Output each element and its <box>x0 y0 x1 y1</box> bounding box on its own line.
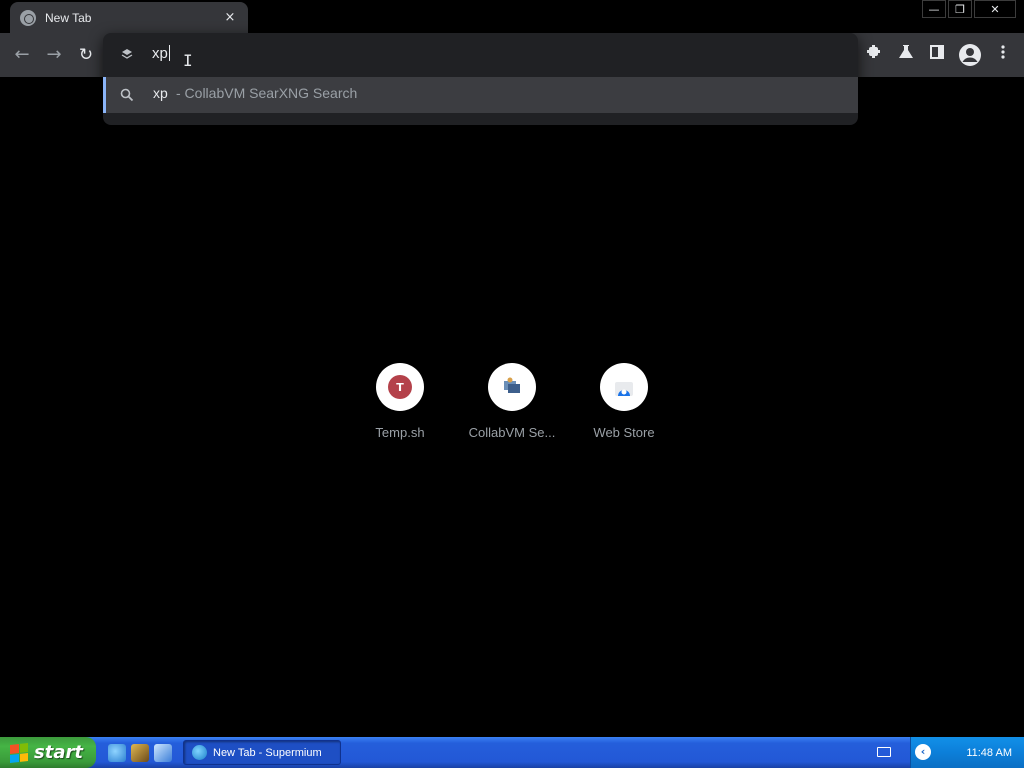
text-caret <box>168 45 170 61</box>
clock[interactable]: 11:48 AM <box>966 747 1012 759</box>
tab-new-tab[interactable]: New Tab × <box>10 2 248 33</box>
menu-icon[interactable] <box>992 44 1014 66</box>
shortcut-temp-sh[interactable]: T Temp.sh <box>344 363 456 440</box>
suggestion-query: xp <box>153 85 168 101</box>
address-input[interactable]: xp <box>152 45 170 62</box>
forward-button[interactable]: → <box>44 45 64 65</box>
system-tray: ‹ 11:48 AM <box>877 737 1024 768</box>
side-panel-icon[interactable] <box>926 44 948 66</box>
shortcut-label: Temp.sh <box>375 425 425 440</box>
shortcut-web-store[interactable]: Web Store <box>568 363 680 440</box>
svg-text:T: T <box>396 381 404 394</box>
taskbar: start New Tab - Supermium ‹ 11:48 AM <box>0 737 1024 768</box>
labs-icon[interactable] <box>895 44 917 66</box>
collabvm-icon <box>488 363 536 411</box>
ibeam-cursor-icon: I <box>183 51 193 70</box>
start-label: start <box>34 742 83 763</box>
start-button[interactable]: start <box>0 737 96 768</box>
address-bar[interactable]: xp I <box>103 33 858 77</box>
collapse-tray-icon[interactable]: ‹ <box>915 744 931 760</box>
suggestion-description: - CollabVM SearXNG Search <box>176 85 358 101</box>
temp-sh-icon: T <box>376 363 424 411</box>
shortcut-label: CollabVM Se... <box>468 425 556 440</box>
task-supermium[interactable]: New Tab - Supermium <box>183 740 341 765</box>
shortcut-label: Web Store <box>593 425 655 440</box>
show-desktop-icon[interactable] <box>154 744 172 762</box>
new-tab-page: T Temp.sh CollabVM Se... Web Store <box>0 77 1024 737</box>
tab-strip: New Tab × — ❐ ✕ <box>0 0 1024 33</box>
web-store-icon <box>600 363 648 411</box>
back-button[interactable]: ← <box>12 45 32 65</box>
reload-button[interactable]: ↻ <box>76 45 96 65</box>
globe-icon <box>20 9 36 26</box>
omnibox[interactable]: xp I xp - CollabVM SearXNG Search <box>103 33 858 125</box>
extensions-icon[interactable] <box>863 44 885 66</box>
windows-logo-icon <box>10 742 28 763</box>
keyboard-icon[interactable] <box>877 747 891 757</box>
internet-explorer-icon[interactable] <box>108 744 126 762</box>
shortcut-collabvm[interactable]: CollabVM Se... <box>456 363 568 440</box>
tab-close-icon[interactable]: × <box>222 10 238 25</box>
window-close-button[interactable]: ✕ <box>974 0 1016 18</box>
omnibox-suggestion[interactable]: xp - CollabVM SearXNG Search <box>103 77 858 113</box>
profile-icon[interactable] <box>958 43 982 67</box>
site-info-icon[interactable] <box>119 47 135 63</box>
task-title: New Tab - Supermium <box>213 746 322 759</box>
window-controls: — ❐ ✕ <box>922 0 1016 18</box>
supermium-icon <box>192 745 207 760</box>
restore-button[interactable]: ❐ <box>948 0 972 18</box>
search-icon <box>120 88 134 102</box>
tab-title: New Tab <box>45 10 92 25</box>
minimize-button[interactable]: — <box>922 0 946 18</box>
media-player-icon[interactable] <box>131 744 149 762</box>
